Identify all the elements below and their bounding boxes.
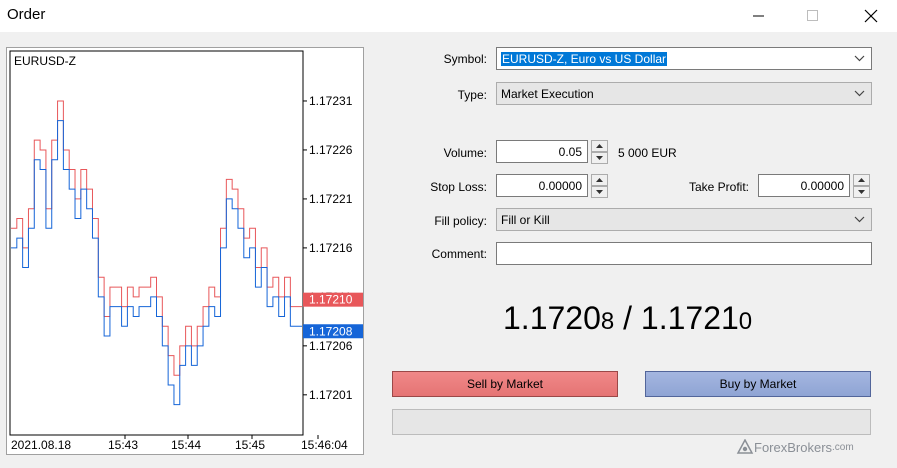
y-tick-label: 1.17216	[309, 241, 353, 255]
quote-separator: /	[623, 300, 633, 336]
bid-price-line	[11, 120, 302, 406]
take-profit-stepper[interactable]	[853, 174, 870, 198]
symbol-select[interactable]: EURUSD-Z, Euro vs US Dollar	[496, 47, 872, 70]
tick-chart: EURUSD-Z 1.17231 1.17226 1.17221 1.17216 1.1…	[6, 47, 364, 455]
ask-price: 1.1721	[640, 300, 739, 336]
volume-down-button[interactable]	[591, 152, 608, 164]
chevron-up-icon	[596, 144, 603, 148]
x-tick-label: 15:44	[171, 438, 201, 452]
stop-loss-input[interactable]: 0.00000	[496, 174, 588, 197]
ask-price-fraction: 0	[738, 308, 753, 335]
volume-note: 5 000 EUR	[618, 146, 677, 160]
y-tick-label: 1.17206	[309, 339, 353, 353]
fill-policy-label: Fill policy:	[434, 214, 487, 228]
type-value: Market Execution	[501, 87, 594, 101]
chevron-down-icon	[854, 90, 865, 97]
fill-policy-value: Fill or Kill	[501, 213, 550, 227]
x-tick-label: 2021.08.18	[11, 438, 71, 452]
take-profit-value: 0.00000	[800, 179, 844, 193]
maximize-icon	[807, 10, 818, 21]
title-bar: Order	[0, 0, 897, 32]
ask-price-badge: 1.17210	[309, 293, 353, 307]
bid-price-badge: 1.17208	[309, 324, 353, 338]
take-profit-down-button[interactable]	[853, 186, 870, 198]
chevron-down-icon	[596, 156, 603, 160]
fill-policy-select[interactable]: Fill or Kill	[496, 208, 872, 231]
comment-input[interactable]	[496, 242, 872, 265]
x-tick-label: 15:43	[108, 438, 138, 452]
stop-loss-stepper[interactable]	[591, 174, 608, 198]
chevron-down-icon	[854, 216, 865, 223]
bid-ask-quote: 1.17208 / 1.17210	[503, 300, 752, 337]
stop-loss-down-button[interactable]	[591, 186, 608, 198]
volume-label: Volume:	[443, 146, 487, 160]
forexbrokers-logo-icon	[736, 439, 754, 454]
stop-loss-label: Stop Loss:	[430, 180, 487, 194]
symbol-value: EURUSD-Z, Euro vs US Dollar	[501, 52, 668, 66]
close-button[interactable]	[848, 0, 894, 32]
type-select[interactable]: Market Execution	[496, 82, 872, 105]
volume-stepper[interactable]	[591, 140, 608, 164]
chevron-up-icon	[858, 178, 865, 182]
take-profit-up-button[interactable]	[853, 174, 870, 186]
y-tick-label: 1.17231	[309, 94, 353, 108]
take-profit-label: Take Profit:	[688, 180, 749, 194]
forexbrokers-watermark: ForexBrokers .com	[736, 437, 876, 457]
ask-price-line	[11, 100, 302, 376]
sell-by-market-button[interactable]: Sell by Market	[392, 371, 618, 397]
symbol-label: Symbol:	[443, 52, 487, 66]
volume-input[interactable]: 0.05	[496, 140, 588, 163]
take-profit-input[interactable]: 0.00000	[758, 174, 850, 197]
maximize-button[interactable]	[790, 0, 836, 32]
chevron-down-icon	[854, 55, 865, 62]
watermark-text: ForexBrokers	[754, 439, 833, 455]
stop-loss-value: 0.00000	[538, 179, 582, 193]
minimize-button[interactable]	[736, 0, 782, 32]
chevron-up-icon	[596, 178, 603, 182]
bid-price-fraction: 8	[600, 308, 615, 335]
volume-value: 0.05	[558, 145, 582, 159]
order-progress-bar	[392, 409, 871, 435]
window-title: Order	[7, 6, 46, 23]
y-tick-label: 1.17226	[309, 143, 353, 157]
chevron-down-icon	[596, 190, 603, 194]
stop-loss-up-button[interactable]	[591, 174, 608, 186]
comment-label: Comment:	[431, 247, 487, 261]
chart-symbol-label: EURUSD-Z	[14, 54, 76, 68]
chevron-down-icon	[858, 190, 865, 194]
chart-canvas: EURUSD-Z 1.17231 1.17226 1.17221 1.17216 1.1…	[9, 50, 363, 452]
minimize-icon	[753, 15, 764, 17]
plot-area-border	[9, 50, 304, 436]
watermark-suffix: .com	[832, 441, 854, 453]
x-tick-label: 15:46:04	[301, 438, 348, 452]
close-icon	[864, 9, 878, 23]
volume-up-button[interactable]	[591, 140, 608, 152]
y-tick-label: 1.17201	[309, 388, 353, 402]
bid-price: 1.1720	[503, 300, 601, 336]
y-tick-label: 1.17221	[309, 192, 353, 206]
buy-by-market-button[interactable]: Buy by Market	[645, 371, 871, 397]
type-label: Type:	[457, 88, 487, 102]
x-tick-label: 15:45	[235, 438, 265, 452]
